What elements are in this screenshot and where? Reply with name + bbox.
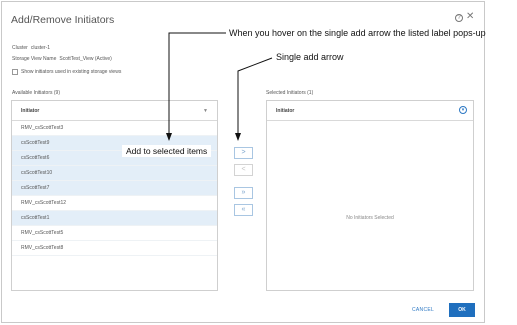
arrow-callout-arrowhead xyxy=(235,133,241,141)
hover-callout-arrowhead xyxy=(166,133,172,141)
hover-callout-line xyxy=(168,32,226,140)
hover-annotation: When you hover on the single add arrow t… xyxy=(229,28,486,38)
arrow-callout-line xyxy=(237,57,273,140)
callout-lines xyxy=(166,32,273,141)
single-add-arrow-annotation: Single add arrow xyxy=(276,52,344,62)
